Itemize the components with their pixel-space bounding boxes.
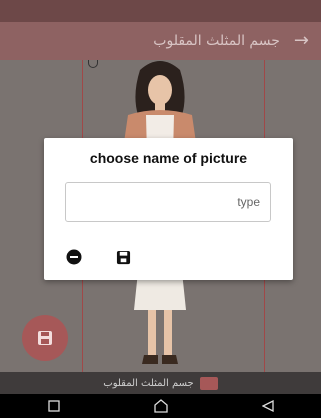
dialog-title: choose name of picture — [89, 150, 248, 166]
floppy-disk-icon — [38, 331, 52, 345]
name-dialog: choose name of picture — [44, 138, 293, 280]
save-fab-button[interactable] — [22, 315, 68, 361]
back-icon[interactable] — [256, 397, 280, 415]
hanger-icon — [88, 60, 98, 68]
system-nav-bar — [0, 394, 321, 418]
minus-circle-icon[interactable] — [65, 248, 83, 266]
home-icon[interactable] — [149, 397, 173, 415]
picture-name-input[interactable] — [65, 182, 271, 222]
app-bar: جسم المثلث المقلوب → — [0, 22, 321, 60]
arrow-forward-icon[interactable]: → — [294, 32, 309, 50]
recent-apps-icon[interactable] — [42, 397, 66, 415]
status-bar — [0, 0, 321, 22]
app-title: جسم المثلث المقلوب — [153, 33, 280, 49]
floppy-disk-icon[interactable] — [114, 248, 132, 266]
image-icon — [199, 376, 218, 390]
caption-bar: جسم المثلث المقلوب — [0, 372, 321, 394]
caption-text: جسم المثلث المقلوب — [103, 377, 194, 389]
